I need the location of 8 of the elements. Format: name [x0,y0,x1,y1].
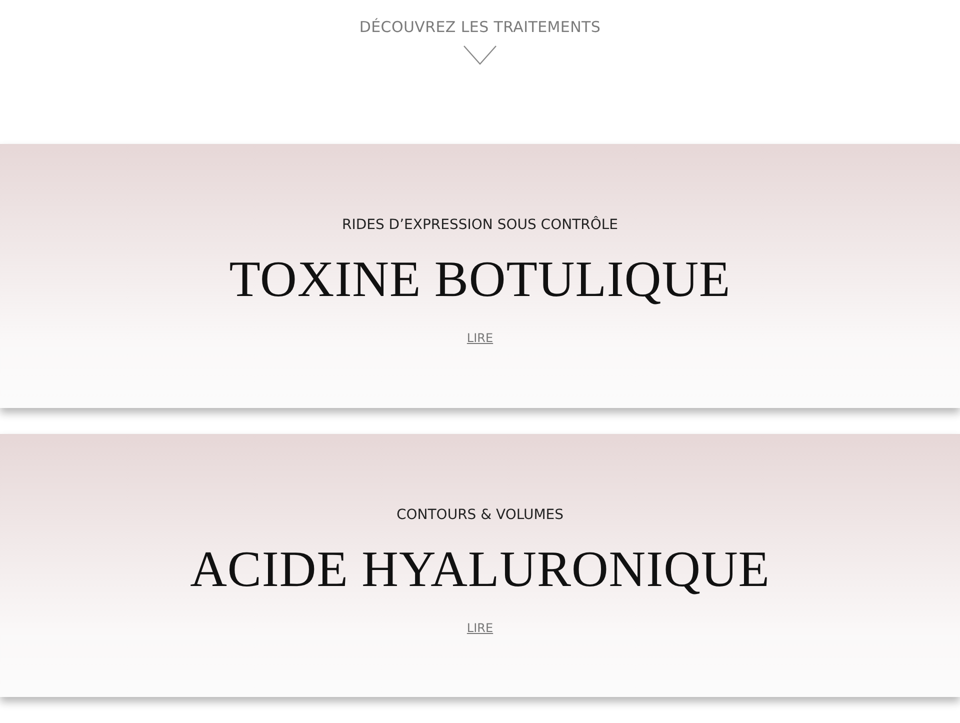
treatment-tagline: RIDES D’EXPRESSION SOUS CONTRÔLE [342,216,618,234]
treatment-title: ACIDE HYALURONIQUE [190,542,770,598]
read-link[interactable]: LIRE [466,620,494,636]
chevron-down-icon[interactable] [463,45,497,65]
treatment-tagline: CONTOURS & VOLUMES [396,506,564,524]
treatment-title: TOXINE BOTULIQUE [229,252,731,308]
section-heading: DÉCOUVREZ LES TRAITEMENTS [359,18,601,36]
read-link[interactable]: LIRE [466,330,494,346]
